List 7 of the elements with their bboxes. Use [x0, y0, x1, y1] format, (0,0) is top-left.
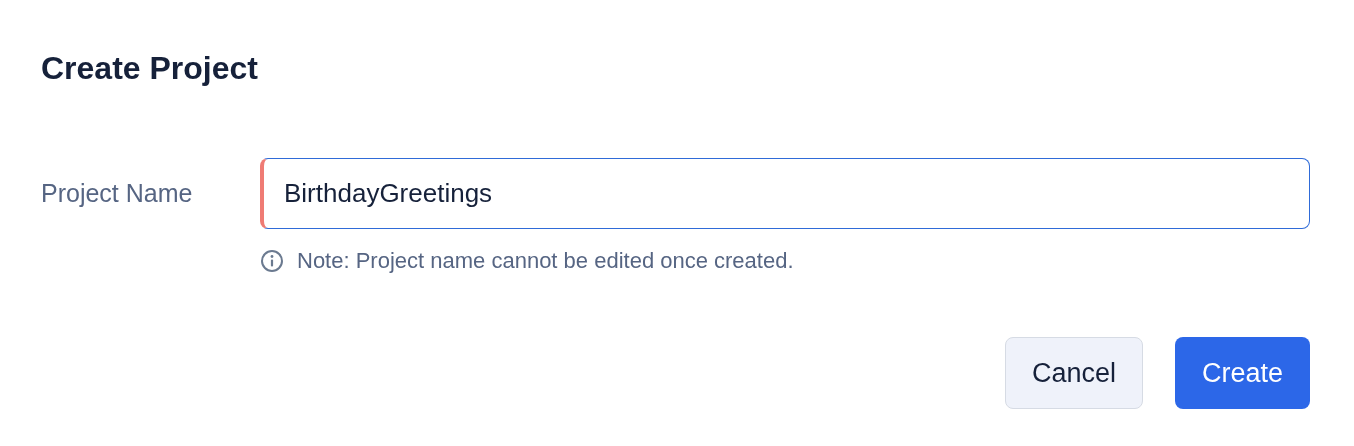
create-button[interactable]: Create [1174, 337, 1310, 409]
field-label: Project Name [41, 178, 194, 209]
note-text: Note: Project name cannot be edited once created. [297, 248, 794, 274]
dialog-title: Create Project [41, 49, 259, 88]
project-name-field[interactable]: BirthdayGreetings [260, 158, 1310, 229]
cancel-button[interactable]: Cancel [1004, 337, 1143, 409]
info-icon [260, 249, 284, 273]
